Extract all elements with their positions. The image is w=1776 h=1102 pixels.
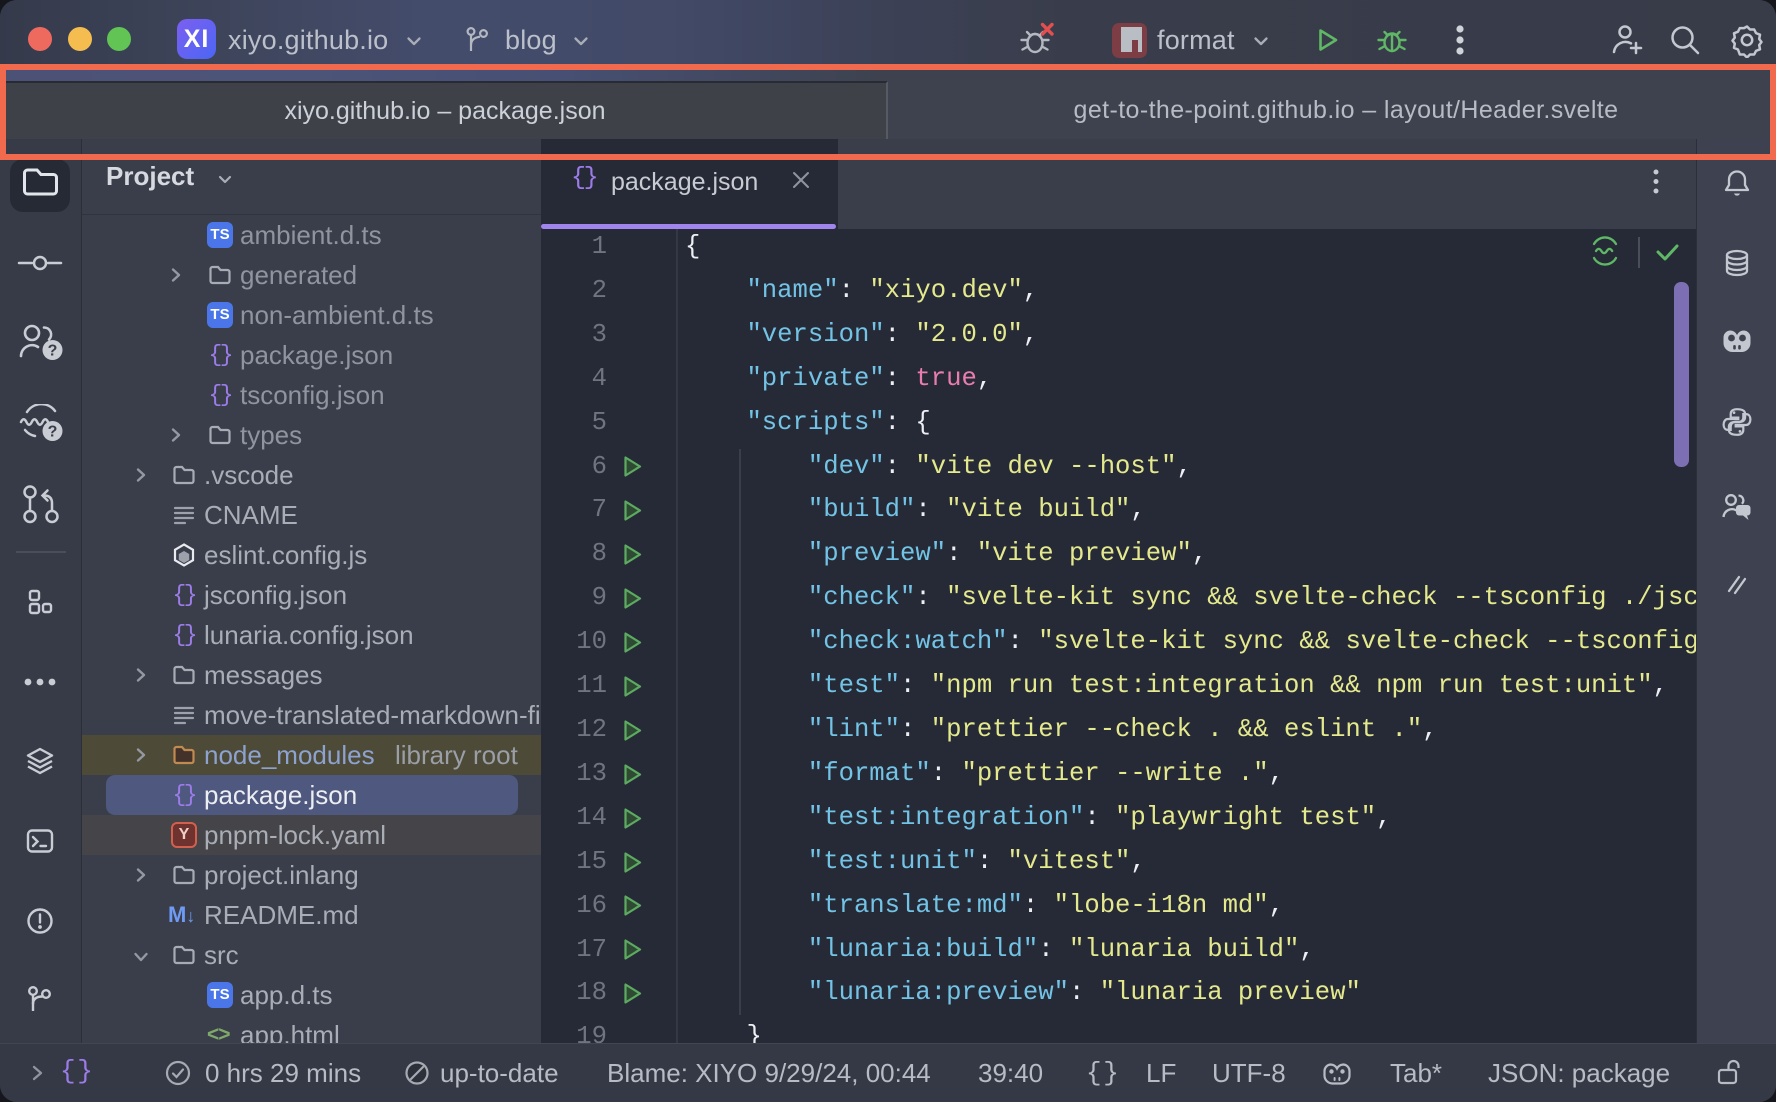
svg-text:?: ? [48, 343, 58, 360]
svg-text:?: ? [48, 424, 58, 441]
